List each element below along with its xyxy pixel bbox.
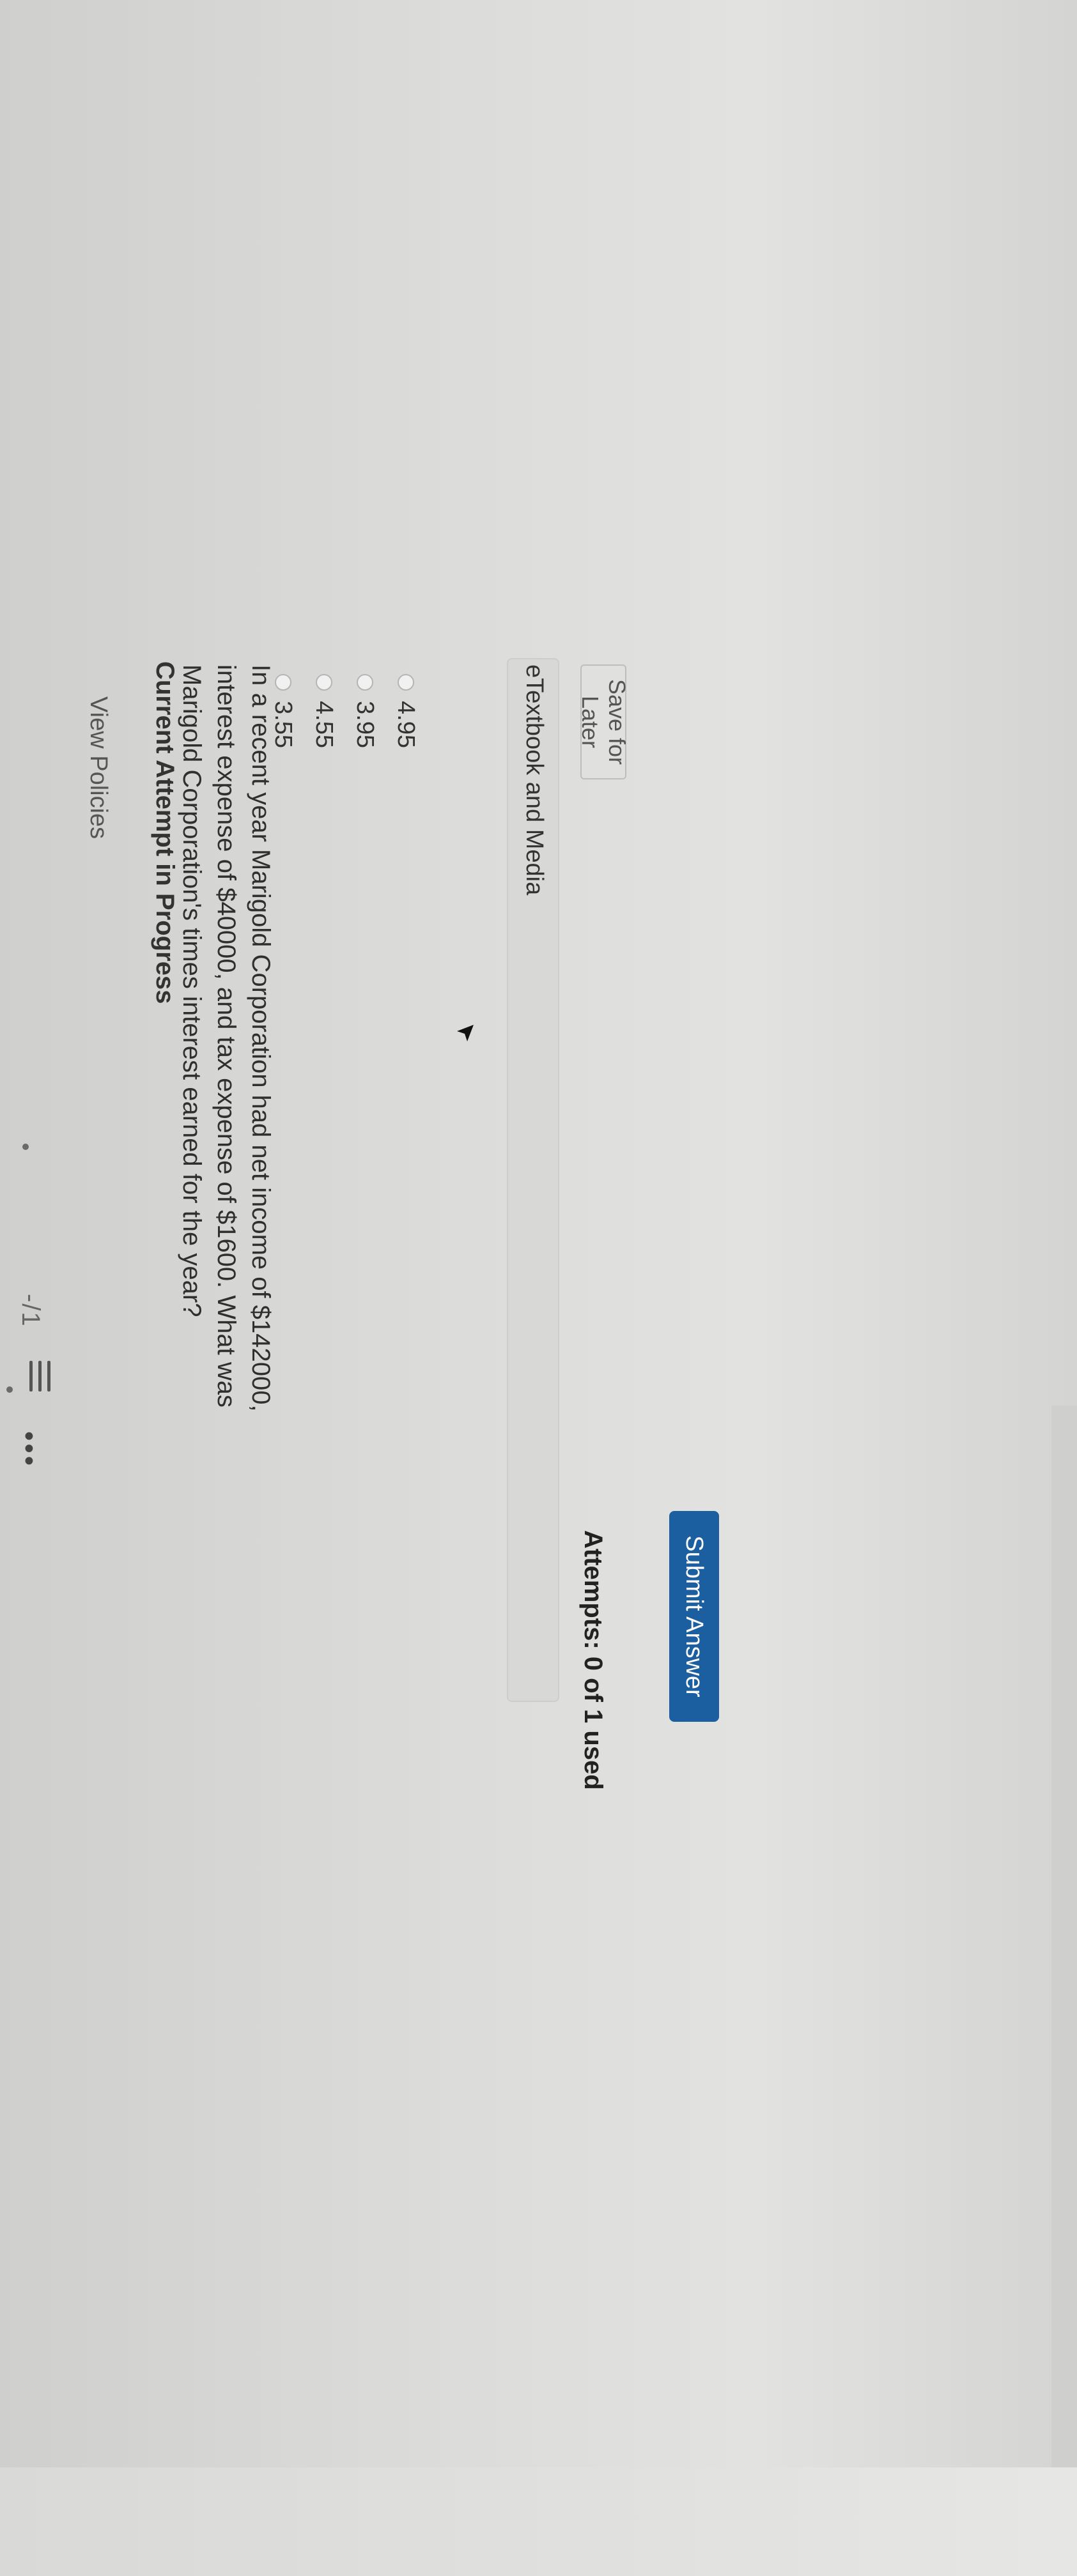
- option-4[interactable]: 3.55: [264, 674, 302, 748]
- option-label: 3.55: [270, 701, 297, 748]
- dust-speck: [22, 1144, 29, 1150]
- option-label: 3.95: [352, 701, 379, 748]
- option-label: 4.55: [311, 701, 338, 748]
- question-text: In a recent year Marigold Corporation ha…: [178, 664, 275, 1412]
- radio-button[interactable]: [357, 674, 373, 691]
- etextbook-media-panel[interactable]: eTextbook and Media: [507, 658, 559, 1702]
- option-1[interactable]: 4.95: [387, 674, 425, 748]
- more-vertical-icon[interactable]: •••: [13, 1431, 45, 1468]
- dust-speck: [6, 1386, 13, 1393]
- save-for-later-button[interactable]: Save for Later: [577, 664, 630, 779]
- view-policies-link[interactable]: View Policies: [84, 696, 112, 839]
- etextbook-media-label: eTextbook and Media: [521, 664, 548, 896]
- radio-button[interactable]: [316, 674, 332, 691]
- option-label: 4.95: [392, 701, 420, 748]
- page-indicator: -/1: [17, 1294, 45, 1328]
- radio-button[interactable]: [275, 674, 291, 691]
- option-2[interactable]: 3.95: [346, 674, 384, 748]
- attempts-counter: Attempts: 0 of 1 used: [579, 1530, 607, 1790]
- list-icon[interactable]: [22, 1361, 54, 1392]
- radio-button[interactable]: [398, 674, 414, 691]
- submit-answer-button[interactable]: Submit Answer: [669, 1511, 719, 1722]
- mouse-cursor-icon: [457, 1025, 474, 1041]
- screen-edge: [0, 2467, 1077, 2576]
- top-strip: [1051, 1406, 1077, 2576]
- answer-options: 4.95 3.95 4.55 3.55: [261, 674, 425, 748]
- rotated-photo-stage: View Policies -/1 ••• Current Attempt in…: [0, 0, 1077, 2576]
- option-3[interactable]: 4.55: [305, 674, 343, 748]
